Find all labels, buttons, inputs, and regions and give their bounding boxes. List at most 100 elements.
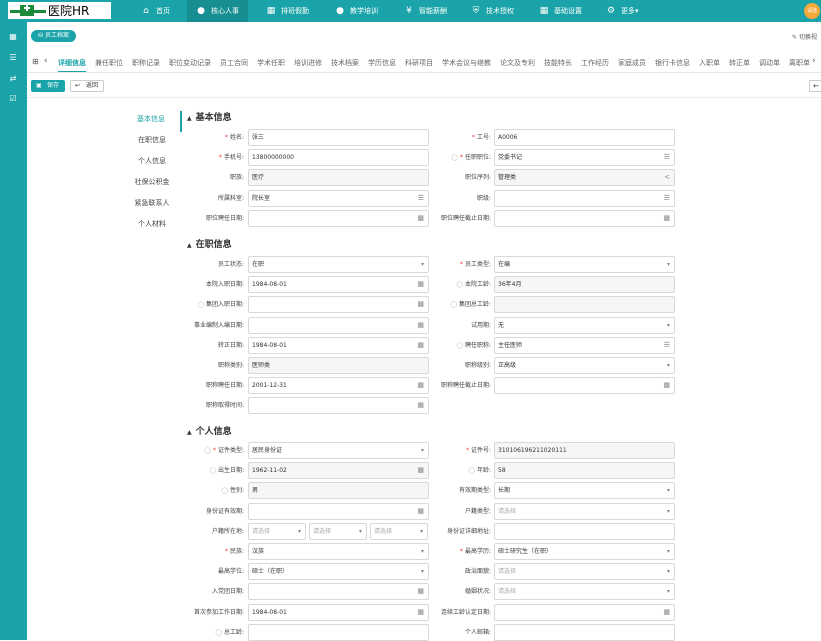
share-icon[interactable]: < <box>664 170 670 185</box>
calendar-icon[interactable]: ▦ <box>663 378 670 393</box>
nav-more[interactable]: ⚙ 更多▾ <box>606 0 639 22</box>
form-field[interactable]: 请选择 ▾ <box>494 502 675 520</box>
breadcrumb[interactable]: ⛁ 员工档案 <box>31 30 76 42</box>
tab-4[interactable]: 员工合同 <box>220 53 248 72</box>
tab-1[interactable]: 兼任职位 <box>95 53 123 72</box>
tab-14[interactable]: 家庭成员 <box>618 53 646 72</box>
form-field[interactable] <box>494 623 675 641</box>
help-icon[interactable]: ◯ <box>221 487 228 494</box>
tab-2[interactable]: 职称记录 <box>132 53 160 72</box>
help-icon[interactable]: ◯ <box>209 467 216 474</box>
form-field[interactable]: 党委书记 ☰ <box>494 149 675 167</box>
tab-8[interactable]: 学历信息 <box>368 53 396 72</box>
caret-up-icon: ▲ <box>187 242 192 249</box>
nav-salary[interactable]: ¥ 智能薪酬 <box>404 0 447 22</box>
form-field[interactable]: 主任医师 ☰ <box>494 336 675 354</box>
tab-18[interactable]: 调动单 <box>759 53 780 72</box>
nav-tech-authorization[interactable]: ⛨ 技术授权 <box>471 0 514 22</box>
tab-11[interactable]: 论文及专利 <box>500 53 535 72</box>
field-value: 党委书记 <box>498 154 523 162</box>
tab-17[interactable]: 转正单 <box>729 53 750 72</box>
calendar-icon[interactable]: ▦ <box>663 605 670 620</box>
avatar[interactable]: 请选 <box>804 3 820 19</box>
chevron-down-icon[interactable]: ▾ <box>667 584 670 599</box>
tab-6[interactable]: 培训进修 <box>294 53 322 72</box>
household-select[interactable]: 请选择 ▾ <box>309 522 367 540</box>
chevron-left-icon[interactable]: ‹ <box>44 56 48 66</box>
calendar-icon[interactable]: ▦ <box>417 398 424 413</box>
field-label-text: 职称级别: <box>464 362 491 369</box>
form-field[interactable]: 请选择 ▾ <box>494 563 675 581</box>
list-icon[interactable]: ☰ <box>664 191 670 206</box>
back-button[interactable]: ↩ 返回 <box>70 80 105 92</box>
list-icon[interactable]: ☰ <box>664 150 670 165</box>
nav-scheduling[interactable]: ▦ 排班假勤 <box>266 0 309 22</box>
nav-training[interactable]: ● 教学培训 <box>335 0 378 22</box>
field-value: 58 <box>498 467 506 475</box>
brand-logo[interactable]: 医院HR <box>8 2 111 19</box>
chevron-down-icon[interactable]: ▾ <box>667 483 670 498</box>
chevron-right-icon[interactable]: › <box>812 56 816 66</box>
help-icon[interactable]: ◯ <box>468 467 475 474</box>
form-field[interactable] <box>494 296 675 314</box>
list-icon[interactable]: ☰ <box>8 53 18 62</box>
tab-10[interactable]: 学术会议与继教 <box>442 53 491 72</box>
help-icon[interactable]: ◯ <box>451 154 458 161</box>
tab-5[interactable]: 学术任职 <box>257 53 285 72</box>
form-field[interactable]: 长期 ▾ <box>494 482 675 500</box>
tab-13[interactable]: 工作经历 <box>581 53 609 72</box>
form-field[interactable]: 管理类 < <box>494 169 675 187</box>
form-field[interactable]: A0006 <box>494 129 675 146</box>
form-field[interactable]: 无 ▾ <box>494 316 675 334</box>
form-field[interactable]: ▦ <box>494 603 675 621</box>
form-field[interactable]: 58 <box>494 462 675 480</box>
chevron-down-icon[interactable]: ▾ <box>667 358 670 373</box>
list-icon[interactable]: ☰ <box>664 338 670 353</box>
exit-icon[interactable]: ← <box>809 80 821 92</box>
chevron-down-icon[interactable]: ▾ <box>667 544 670 559</box>
tab-16[interactable]: 入职单 <box>699 53 720 72</box>
form-field[interactable]: 310106196211020111 <box>494 442 675 459</box>
field-label: ◯ 年龄: <box>367 462 491 479</box>
tab-9[interactable]: 科研项目 <box>405 53 433 72</box>
form-field[interactable] <box>494 522 675 540</box>
field-label-text: 工号: <box>476 134 491 141</box>
calendar-icon[interactable]: ▦ <box>663 211 670 226</box>
checkbox-icon[interactable]: ☑ <box>8 94 18 103</box>
chevron-down-icon[interactable]: ▾ <box>667 504 670 519</box>
form-field[interactable]: ▦ <box>494 377 675 395</box>
nav-basic-settings[interactable]: ▦ 基础设置 <box>539 0 582 22</box>
help-icon[interactable]: ◯ <box>215 629 222 636</box>
swap-icon[interactable]: ⇄ <box>8 74 18 83</box>
chevron-down-icon[interactable]: ▾ <box>667 564 670 579</box>
chevron-down-icon[interactable]: ▾ <box>667 257 670 272</box>
chevron-down-icon[interactable]: ▾ <box>667 318 670 333</box>
form-field[interactable]: ▦ <box>494 209 675 227</box>
help-icon[interactable]: ◯ <box>456 281 463 288</box>
form-field[interactable]: 36年4月 <box>494 276 675 294</box>
nav-home[interactable]: ⌂ 首页 <box>141 0 170 22</box>
tab-7[interactable]: 技术档案 <box>331 53 359 72</box>
form-field[interactable]: 在编 ▾ <box>494 256 675 273</box>
help-icon[interactable]: ◯ <box>450 301 457 308</box>
save-button[interactable]: ▣ 保存 <box>31 80 66 92</box>
form-field[interactable]: 正高级 ▾ <box>494 357 675 374</box>
form-field[interactable]: ▦ <box>248 397 429 415</box>
form-field[interactable]: 硕士研究生（在职） ▾ <box>494 543 675 560</box>
apps-icon[interactable]: ▦ <box>8 32 18 41</box>
tab-19[interactable]: 离职单 <box>789 53 810 72</box>
switch-view-button[interactable]: ✎ 切换视 <box>792 32 817 41</box>
help-icon[interactable]: ◯ <box>204 447 211 454</box>
tab-12[interactable]: 技能特长 <box>544 53 572 72</box>
household-select[interactable]: 请选择 ▾ <box>248 522 306 540</box>
nav-core-hr[interactable]: ● 核心人事 <box>187 0 248 22</box>
form-field[interactable]: ☰ <box>494 189 675 207</box>
chevron-down-icon: ▾ <box>297 527 301 535</box>
grid-icon[interactable]: ⊞ <box>32 57 39 66</box>
form-field[interactable]: 请选择 ▾ <box>494 583 675 601</box>
help-icon[interactable]: ◯ <box>456 342 463 349</box>
tab-3[interactable]: 职位变动记录 <box>169 53 211 72</box>
tab-15[interactable]: 银行卡信息 <box>655 53 690 72</box>
help-icon[interactable]: ◯ <box>197 301 204 308</box>
tab-0[interactable]: 详细信息 <box>58 53 86 72</box>
